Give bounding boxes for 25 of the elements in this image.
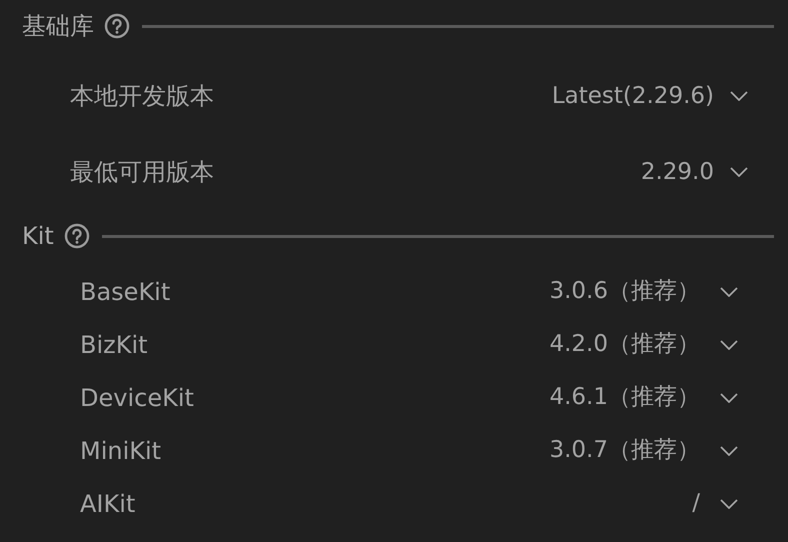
section-title: 基础库 — [22, 14, 94, 38]
version-dropdown[interactable]: 4.2.0（推荐） — [549, 333, 738, 356]
version-dropdown[interactable]: 4.6.1（推荐） — [549, 386, 738, 409]
chevron-down-icon — [730, 91, 748, 101]
chevron-down-icon — [730, 167, 748, 177]
chevron-down-icon — [720, 498, 738, 508]
chevron-down-icon — [720, 446, 738, 456]
setting-label: BaseKit — [80, 280, 170, 304]
chevron-down-icon — [720, 340, 738, 350]
setting-label: MiniKit — [80, 438, 162, 462]
version-dropdown[interactable]: / — [692, 492, 738, 515]
setting-label: BizKit — [80, 332, 148, 356]
chevron-down-icon — [720, 286, 738, 296]
setting-label: AIKit — [80, 492, 136, 516]
version-dropdown[interactable]: 2.29.0 — [640, 160, 748, 184]
version-dropdown[interactable]: 3.0.7（推荐） — [549, 439, 738, 462]
setting-label: 最低可用版本 — [70, 160, 214, 184]
setting-label: DeviceKit — [80, 386, 194, 410]
setting-label: 本地开发版本 — [70, 84, 214, 108]
version-dropdown[interactable]: 3.0.6（推荐） — [549, 280, 738, 303]
chevron-down-icon — [720, 392, 738, 402]
version-dropdown[interactable]: Latest(2.29.6) — [552, 84, 748, 108]
section-title: Kit — [22, 224, 54, 248]
help-icon[interactable] — [64, 223, 90, 249]
help-icon[interactable] — [104, 13, 130, 39]
